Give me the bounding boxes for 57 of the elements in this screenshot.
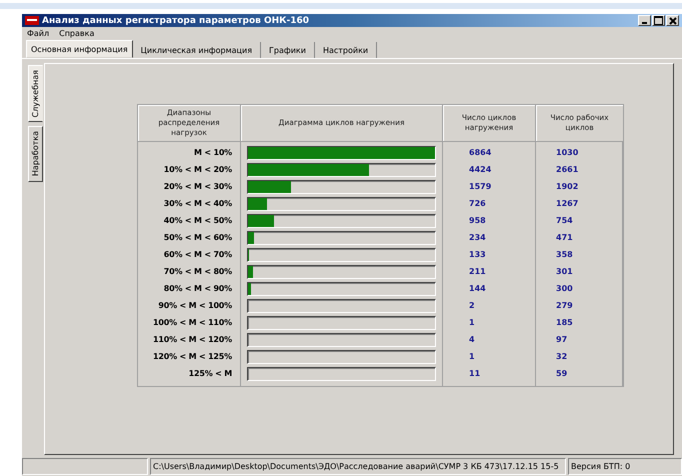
cycles-cell-text: 726: [468, 198, 487, 210]
app-icon: [25, 16, 39, 25]
cycles-cell-text: 2: [468, 300, 476, 312]
range-cell-text: 20% < M < 30%: [162, 181, 233, 193]
work-cycles-cell-text: 301: [555, 266, 574, 278]
work-cycles-cell-text: 1030: [555, 147, 580, 159]
range-cell-text: 90% < M < 100%: [157, 300, 233, 312]
cycles-cell-text: 958: [468, 215, 487, 227]
minimize-icon: [642, 22, 647, 24]
work-cycles-cell-text: 300: [555, 283, 574, 295]
work-cycles-cell-text: 1267: [555, 198, 580, 210]
tab[interactable]: Основная информация: [26, 40, 133, 58]
work-cycles-cell-text: 471: [555, 232, 574, 244]
cycles-cell-text: 6864: [468, 147, 492, 159]
cycles-cell-text: 1579: [468, 181, 492, 193]
range-cell-text: 30% < M < 40%: [162, 198, 233, 210]
work-cycles-cell-text: 32: [555, 351, 568, 363]
work-cycles-cell-text: 358: [555, 249, 574, 261]
cycles-cell-text: 4: [468, 334, 476, 346]
version-label: Версия БТП: 0: [568, 458, 682, 475]
work-cycles-cell-text: 2661: [555, 164, 580, 176]
close-icon: [668, 16, 676, 24]
minimize-button[interactable]: [638, 15, 651, 26]
cycles-cell-text: 211: [468, 266, 487, 278]
maximize-button[interactable]: [652, 15, 665, 26]
range-cell-text: 125% < M: [188, 368, 233, 380]
range-cell-text: 40% < M < 50%: [162, 215, 233, 227]
cycles-cell-text: 4424: [468, 164, 492, 176]
range-cell-text: 70% < M < 80%: [162, 266, 233, 278]
cycles-cell-text: 234: [468, 232, 487, 244]
range-cell-text: 80% < M < 90%: [162, 283, 233, 295]
range-cell-text: 10% < M < 20%: [162, 164, 233, 176]
side-tab[interactable]: Наработка: [28, 126, 43, 182]
side-tab[interactable]: Служебная: [28, 65, 43, 122]
range-cell-text: M < 10%: [193, 147, 233, 159]
range-cell-text: 110% < M < 120%: [152, 334, 233, 346]
menu-item[interactable]: Файл: [27, 29, 50, 38]
work-cycles-cell-text: 59: [555, 368, 568, 380]
work-cycles-cell-text: 97: [555, 334, 568, 346]
work-cycles-cell-text: 185: [555, 317, 574, 329]
range-cell-text: 60% < M < 70%: [162, 249, 233, 261]
work-cycles-cell-text: 1902: [555, 181, 580, 193]
work-cycles-cell-text: 754: [555, 215, 574, 227]
range-cell-text: 50% < M < 60%: [162, 232, 233, 244]
range-cell-text: 100% < M < 110%: [152, 317, 233, 329]
close-button[interactable]: [666, 15, 679, 26]
maximize-icon: [654, 16, 663, 25]
cycles-cell-text: 133: [468, 249, 487, 261]
range-cell-text: 120% < M < 125%: [152, 351, 233, 363]
cycles-cell-text: 144: [468, 283, 487, 295]
cycles-cell-text: 11: [468, 368, 482, 380]
file-path: C:\Users\Владимир\Desktop\Documents\ЭДО\Расследование аварий\СУМР 3 КБ 473\17.12.15 15-5: [150, 458, 566, 475]
cycles-cell-text: 1: [468, 351, 476, 363]
window-title: Анализ данных регистратора параметров ОНК-160: [42, 16, 310, 26]
menu-item[interactable]: Справка: [59, 29, 94, 38]
work-cycles-cell-text: 279: [555, 300, 574, 312]
cycles-cell-text: 1: [468, 317, 476, 329]
